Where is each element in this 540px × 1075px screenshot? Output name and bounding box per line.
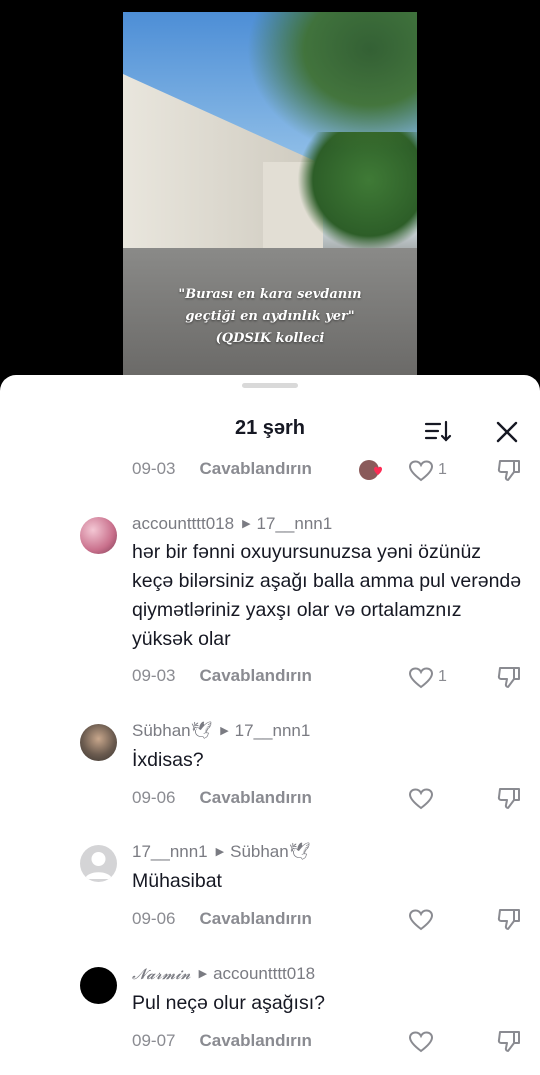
- comments-sheet: 21 şərh 09-03 Cavablandırın 1 accountttt0…: [0, 375, 540, 1075]
- comment-meta: 09-03 Cavablandırın: [132, 459, 312, 481]
- comment-date: 09-03: [132, 459, 176, 478]
- avatar[interactable]: [80, 517, 117, 554]
- like-count: 1: [438, 461, 447, 478]
- comment-date: 09-06: [132, 909, 176, 928]
- heart-icon[interactable]: [408, 459, 434, 483]
- comments-title: 21 şərh: [234, 417, 306, 439]
- avatar[interactable]: [80, 845, 117, 882]
- heart-icon[interactable]: [408, 787, 434, 811]
- comment-header: Sübhan🕊 ▶ 17__nnn1: [132, 721, 310, 743]
- reply-arrow-icon: ▶: [215, 846, 225, 858]
- comment-text: Pul neçə olur aşağısı?: [132, 992, 325, 1014]
- comment-reply-to[interactable]: accountttt018: [213, 964, 315, 983]
- comment-meta: 09-07 Cavablandırın: [132, 1031, 312, 1053]
- heart-icon[interactable]: [408, 908, 434, 932]
- comment-header: 𝓝𝓪𝓻𝓶𝓲𝓷 ▶ accountttt018: [132, 964, 315, 986]
- default-avatar-icon: [85, 852, 112, 879]
- comment-header: 17__nnn1 ▶ Sübhan🕊: [132, 842, 310, 864]
- comment-header: accountttt018 ▶ 17__nnn1: [132, 514, 332, 536]
- avatar[interactable]: [80, 724, 117, 761]
- reply-button[interactable]: Cavablandırın: [199, 459, 311, 478]
- dislike-icon[interactable]: [496, 457, 522, 483]
- reply-arrow-icon: ▶: [242, 518, 251, 530]
- comment-text: Mühasibat: [132, 870, 222, 892]
- video-caption: "Burası en kara sevdanın geçtiği en aydı…: [123, 284, 417, 350]
- reply-button[interactable]: Cavablandırın: [199, 788, 311, 807]
- comment-reply-to[interactable]: Sübhan🕊: [230, 842, 310, 861]
- dislike-icon[interactable]: [496, 906, 522, 932]
- caption-line: geçtiği en aydınlık yer": [185, 309, 355, 324]
- video-player[interactable]: "Burası en kara sevdanın geçtiği en aydı…: [123, 12, 417, 375]
- avatar[interactable]: [80, 967, 117, 1004]
- comment-text: İxdisas?: [132, 749, 204, 771]
- dislike-icon[interactable]: [496, 785, 522, 811]
- dislike-icon[interactable]: [496, 664, 522, 690]
- close-icon[interactable]: [495, 420, 519, 444]
- leaves-image: [237, 12, 417, 162]
- caption-line: "Burası en kara sevdanın: [178, 287, 362, 302]
- creator-liked-icon: [359, 460, 382, 480]
- drag-handle[interactable]: [242, 383, 298, 388]
- comment-reply-to[interactable]: 17__nnn1: [257, 514, 333, 533]
- reply-button[interactable]: Cavablandırın: [199, 666, 311, 685]
- comment-text: hər bir fənni oxuyursunuzsa yəni özünüz …: [132, 541, 522, 650]
- comment-meta: 09-06 Cavablandırın: [132, 788, 312, 810]
- dislike-icon[interactable]: [496, 1028, 522, 1054]
- comment-date: 09-06: [132, 788, 176, 807]
- heart-icon[interactable]: [408, 1030, 434, 1054]
- comment-date: 09-07: [132, 1031, 176, 1050]
- comment-author[interactable]: 𝓝𝓪𝓻𝓶𝓲𝓷: [132, 965, 191, 983]
- caption-line: (QDSIK kolleci: [215, 331, 325, 346]
- reply-arrow-icon: ▶: [220, 725, 229, 737]
- comment-meta: 09-03 Cavablandırın: [132, 666, 312, 688]
- reply-arrow-icon: ▶: [198, 968, 208, 980]
- heart-icon[interactable]: [408, 666, 434, 690]
- comment-reply-to[interactable]: 17__nnn1: [235, 721, 311, 740]
- reply-button[interactable]: Cavablandırın: [199, 909, 311, 928]
- comment-date: 09-03: [132, 666, 176, 685]
- sort-icon[interactable]: [424, 419, 452, 443]
- comment-meta: 09-06 Cavablandırın: [132, 909, 312, 931]
- comment-author[interactable]: accountttt018: [132, 514, 234, 533]
- comment-author[interactable]: 17__nnn1: [132, 842, 208, 861]
- like-count: 1: [438, 668, 447, 685]
- reply-button[interactable]: Cavablandırın: [199, 1031, 311, 1050]
- comment-author[interactable]: Sübhan🕊: [132, 721, 212, 740]
